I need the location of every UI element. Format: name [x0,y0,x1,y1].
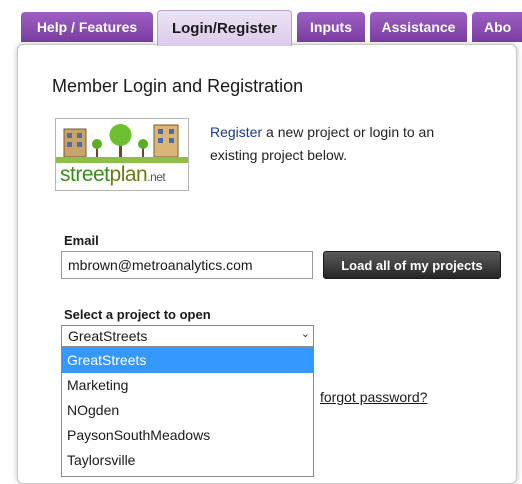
streetplan-logo: streetplan.net [55,118,189,191]
tab-bar: Help / Features Login/Register Inputs As… [0,0,522,46]
project-select-label: Select a project to open [64,307,211,322]
email-field[interactable] [61,251,313,279]
option-marketing[interactable]: Marketing [62,373,313,398]
tab-inputs[interactable]: Inputs [297,12,365,42]
option-greatstreets[interactable]: GreatStreets [62,348,313,373]
option-nogden[interactable]: NOgden [62,398,313,423]
logo-wordmark: streetplan.net [60,163,166,186]
project-select-value: GreatStreets [68,328,148,344]
project-select[interactable]: GreatStreets ⌄ [61,325,314,347]
tab-login-register[interactable]: Login/Register [157,10,292,46]
forgot-password-link[interactable]: forgot password? [320,389,427,405]
chevron-down-icon[interactable]: ⌄ [301,327,310,340]
tab-about[interactable]: Abo [472,12,522,42]
logo-buildings-icon [56,124,188,163]
option-paysonsouthmeadows[interactable]: PaysonSouthMeadows [62,423,313,448]
option-taylorsville[interactable]: Taylorsville [62,448,313,473]
email-label: Email [64,233,99,248]
tab-help-features[interactable]: Help / Features [21,12,153,42]
intro-text: Register a new project or login to an ex… [210,121,470,167]
project-dropdown-list: GreatStreets Marketing NOgden PaysonSout… [61,347,314,477]
load-projects-button[interactable]: Load all of my projects [323,251,501,279]
tab-assistance[interactable]: Assistance [370,12,467,42]
register-link[interactable]: Register [210,124,262,140]
page-title: Member Login and Registration [52,76,304,96]
